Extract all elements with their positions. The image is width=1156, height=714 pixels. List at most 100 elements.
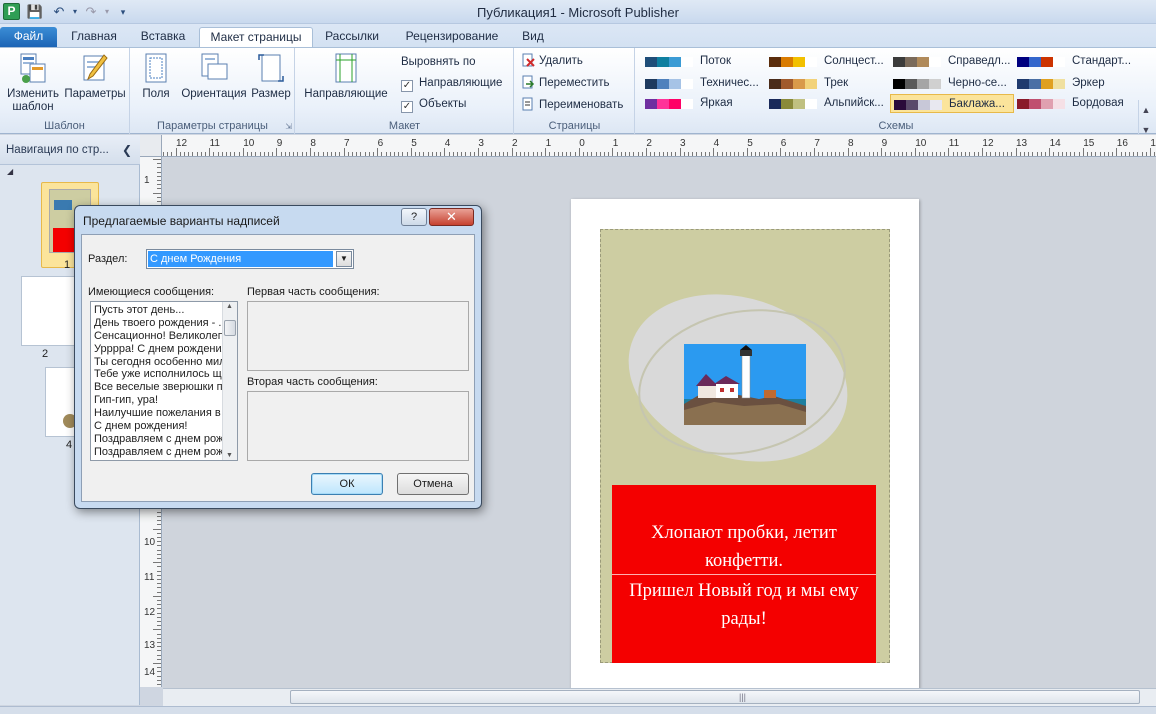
list-item[interactable]: Поздравляем с днем рож...: [91, 446, 223, 459]
tab-home[interactable]: Главная: [64, 27, 124, 47]
ruler-number: 17: [1150, 138, 1156, 149]
ok-button[interactable]: ОК: [311, 473, 383, 495]
orientation-button[interactable]: Ориентация: [179, 52, 249, 101]
color-swatch: [657, 99, 669, 109]
scheme-item[interactable]: Черно-се...: [890, 74, 1014, 93]
list-item[interactable]: Тебе уже исполнилось ще...: [91, 368, 223, 381]
size-button[interactable]: Размер: [249, 52, 293, 101]
align-objects-label: Объекты: [419, 98, 467, 110]
scheme-item[interactable]: Альпийск...: [766, 94, 890, 113]
first-part-textarea[interactable]: [247, 301, 469, 371]
schemes-group-label: Схемы: [878, 120, 914, 132]
list-item[interactable]: Пусть этот день...: [91, 304, 223, 317]
move-page-button[interactable]: Переместить: [521, 74, 609, 93]
color-swatch: [893, 57, 905, 67]
tab-insert[interactable]: Вставка: [132, 27, 194, 47]
color-swatch: [1017, 99, 1029, 109]
thumbnail-image: [54, 200, 72, 210]
page-setup-group-label: Параметры страницы: [157, 120, 268, 132]
greeting-text-box[interactable]: Хлопают пробки, летит конфетти. Пришел Н…: [612, 485, 876, 663]
page-thumbnail-4[interactable]: [45, 367, 77, 437]
close-button[interactable]: ✕: [429, 208, 474, 226]
messages-list[interactable]: Пусть этот день... День твоего рождения -…: [90, 301, 238, 461]
title-bar: P 💾 ↶ ▾ ↷ ▾ ▾ Публикация1 - Microsoft Pu…: [0, 0, 1156, 24]
scroll-up-icon[interactable]: ▲: [1139, 100, 1153, 120]
color-swatch: [894, 100, 906, 110]
list-item[interactable]: Ты сегодня особенно мил...: [91, 356, 223, 369]
scheme-swatches: [893, 79, 941, 89]
size-icon: [258, 54, 284, 82]
list-item[interactable]: Наилучшие пожелания в ...: [91, 407, 223, 420]
cancel-button[interactable]: Отмена: [397, 473, 469, 495]
color-swatch: [681, 99, 693, 109]
template-group: Изменить шаблон Параметры Шаблон: [0, 48, 130, 134]
list-item[interactable]: Урррра! С днем рождения!: [91, 343, 223, 356]
color-swatch: [769, 79, 781, 89]
ruler-number: 0: [579, 138, 585, 149]
guides-button[interactable]: Направляющие: [302, 52, 390, 101]
layout-group-label: Макет: [388, 120, 421, 132]
color-swatch: [781, 99, 793, 109]
dialog-title: Предлагаемые варианты надписей: [83, 214, 280, 228]
scheme-name: Трек: [824, 77, 849, 89]
ruler-number: 13: [1016, 138, 1028, 149]
rename-page-button[interactable]: Переименовать: [521, 96, 623, 115]
scheme-item[interactable]: Техничес...: [642, 74, 766, 93]
list-item[interactable]: Гип-гип, ура!: [91, 394, 223, 407]
tab-review[interactable]: Рецензирование: [397, 27, 507, 47]
scheme-item[interactable]: Солнцест...: [766, 52, 890, 71]
second-part-textarea[interactable]: [247, 391, 469, 461]
list-item[interactable]: С днем рождения!: [91, 420, 223, 433]
color-swatch: [793, 99, 805, 109]
margins-button[interactable]: Поля: [135, 52, 177, 101]
list-item[interactable]: Все веселые зверюшки п...: [91, 381, 223, 394]
horizontal-scroll-thumb[interactable]: |||: [290, 690, 1140, 704]
scheme-item[interactable]: Справедл...: [890, 52, 1014, 71]
pages-group-label: Страницы: [548, 120, 601, 132]
change-template-icon: [20, 53, 46, 83]
scheme-item[interactable]: Трек: [766, 74, 890, 93]
delete-page-button[interactable]: Удалить: [521, 52, 583, 71]
ruler-number: 1: [144, 175, 150, 186]
ruler-number: 3: [680, 138, 686, 149]
tab-page-layout[interactable]: Макет страницы: [199, 27, 313, 47]
delete-page-icon: [522, 53, 535, 67]
help-button[interactable]: ?: [401, 208, 427, 226]
section-expand-icon[interactable]: ◢: [7, 167, 13, 176]
collapse-pane-icon[interactable]: ❮: [122, 135, 132, 165]
scheme-item[interactable]: Бордовая: [1014, 94, 1138, 113]
scroll-up-icon[interactable]: ▲: [226, 303, 233, 310]
change-template-button[interactable]: Изменить шаблон: [4, 52, 62, 114]
status-bar: [0, 706, 1156, 714]
ruler-number: 11: [209, 138, 220, 149]
chevron-down-icon[interactable]: ▼: [336, 251, 352, 267]
scheme-item[interactable]: Поток: [642, 52, 766, 71]
color-swatch: [1053, 57, 1065, 67]
scheme-item[interactable]: Эркер: [1014, 74, 1138, 93]
align-objects-checkbox[interactable]: ✓ Объекты: [401, 95, 466, 114]
align-to-label: Выровнять по: [401, 56, 476, 68]
scroll-down-icon[interactable]: ▼: [226, 452, 233, 459]
scheme-item[interactable]: Баклажа...: [890, 94, 1014, 113]
dialog-launcher-icon[interactable]: ⇲: [285, 122, 292, 131]
scheme-item[interactable]: Яркая: [642, 94, 766, 113]
lighthouse-clipart[interactable]: [684, 344, 806, 425]
scheme-swatches: [769, 79, 817, 89]
template-params-button[interactable]: Параметры: [64, 52, 126, 101]
list-item[interactable]: Сенсационно! Великолепно!: [91, 330, 223, 343]
messages-scrollbar[interactable]: ▲ ▼: [222, 302, 237, 460]
list-item[interactable]: День твоего рождения - ...: [91, 317, 223, 330]
page-thumbnail-2[interactable]: [21, 276, 77, 346]
tab-view[interactable]: Вид: [514, 27, 552, 47]
tab-mailings[interactable]: Рассылки: [318, 27, 386, 47]
messages-scroll-thumb[interactable]: [224, 320, 236, 336]
horizontal-ruler[interactable]: 12 11 10 9 8 7 6 5 4 3 2 1 0 1 2 3 4 5 6 7 8 9 10 11 12 13 14 15 16 1…: [140, 135, 1156, 157]
second-part-label: Вторая часть сообщения:: [247, 376, 378, 388]
align-guides-checkbox[interactable]: ✓ Направляющие: [401, 74, 502, 93]
tab-file[interactable]: Файл: [0, 27, 57, 47]
page-navigation-title: Навигация по стр...: [6, 144, 109, 156]
list-item[interactable]: Поздравляем с днем рож...: [91, 433, 223, 446]
section-select[interactable]: С днем Рождения ▼: [146, 249, 354, 269]
move-page-label: Переместить: [539, 77, 610, 89]
scheme-item[interactable]: Стандарт...: [1014, 52, 1138, 71]
